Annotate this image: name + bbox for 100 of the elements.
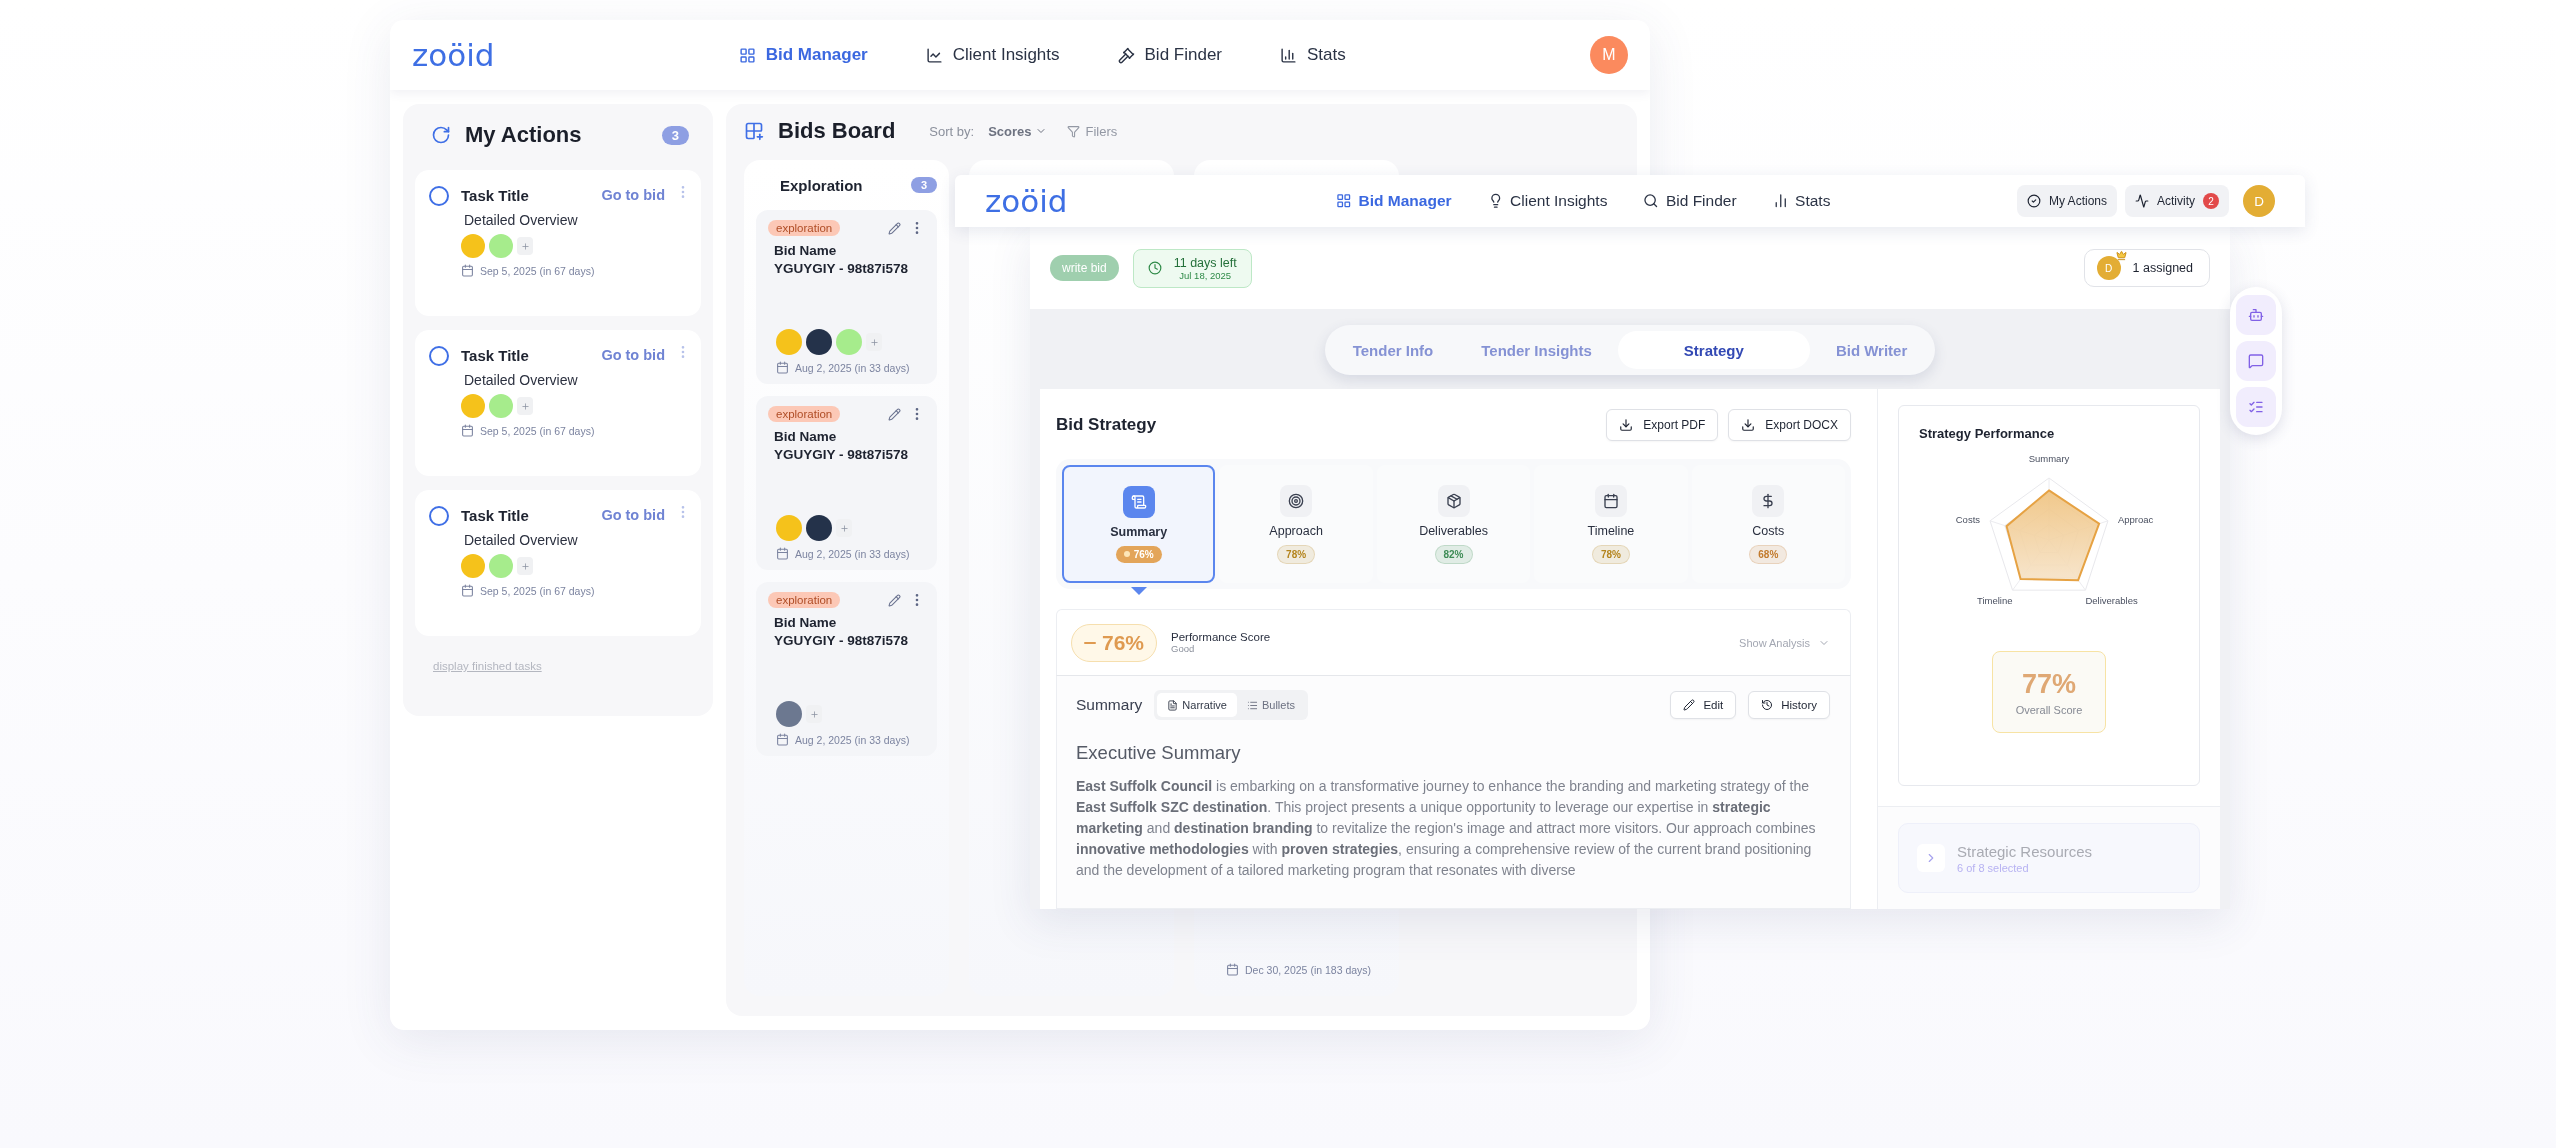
overall-score: 77% xyxy=(2021,668,2076,700)
nav-link[interactable]: Bid Manager xyxy=(738,45,868,65)
document-icon xyxy=(1167,699,1179,711)
due-date: Sep 5, 2025 (in 67 days) xyxy=(480,584,595,597)
assignee-avatar: D xyxy=(2096,256,2121,280)
sort-dropdown[interactable]: Scores xyxy=(988,123,1047,139)
column-title: Exploration xyxy=(780,176,863,194)
task-overview: Detailed Overview xyxy=(464,372,579,388)
nav-link[interactable]: Stats xyxy=(1772,192,1831,210)
dollar-icon xyxy=(1752,484,1785,517)
calendar-icon xyxy=(461,424,474,437)
refresh-icon[interactable] xyxy=(431,125,451,145)
plus-icon xyxy=(520,241,530,251)
task-checkbox[interactable] xyxy=(429,506,449,526)
task-title: Task Title xyxy=(461,186,530,204)
export-button[interactable]: Export PDF xyxy=(1606,409,1719,441)
score-badge: 82% xyxy=(1434,544,1473,564)
bid-name: Bid Name YGUYGIY - 98t87i578 xyxy=(774,428,910,464)
task-checkbox[interactable] xyxy=(429,186,449,206)
calendar-icon xyxy=(461,264,474,277)
resources-title: Strategic Resources xyxy=(1957,842,2093,860)
bar-chart-icon xyxy=(1280,46,1297,64)
go-to-bid-link[interactable]: Go to bid xyxy=(601,507,665,523)
section-name: Costs xyxy=(1752,523,1785,538)
summary-heading: Executive Summary xyxy=(1076,742,1242,764)
axis-label: Deliverables xyxy=(2085,595,2138,607)
go-to-bid-link[interactable]: Go to bid xyxy=(601,187,665,203)
calendar-icon xyxy=(776,733,789,746)
crown-icon xyxy=(2115,250,2127,261)
nav-link[interactable]: Bid Manager xyxy=(1336,192,1452,210)
axis-label: Costs xyxy=(1955,513,1981,525)
export-button[interactable]: Export DOCX xyxy=(1728,409,1851,441)
days-left: 11 days left xyxy=(1173,255,1237,270)
nav-link[interactable]: Client Insights xyxy=(1487,192,1608,210)
due-date: Aug 2, 2025 (in 33 days) xyxy=(795,733,910,746)
view-option[interactable]: Narrative xyxy=(1157,693,1237,717)
chat-button[interactable] xyxy=(2236,341,2276,381)
score-badge: 68% xyxy=(1749,544,1788,564)
pencil-icon xyxy=(1683,699,1696,711)
add-member-button[interactable] xyxy=(517,557,533,575)
add-member-button[interactable] xyxy=(866,333,882,351)
score-rating: Good xyxy=(1171,643,1196,654)
calendar-icon xyxy=(776,547,789,560)
due-date: Aug 2, 2025 (in 33 days) xyxy=(795,547,910,560)
score-badge: 78% xyxy=(1277,544,1316,564)
view-option[interactable]: Bullets xyxy=(1236,693,1305,717)
grid-icon xyxy=(738,46,756,64)
checklist-button[interactable] xyxy=(2236,387,2276,427)
axis-label: Approac xyxy=(2117,513,2154,525)
deadline-date: Jul 18, 2025 xyxy=(1179,269,1232,281)
robot-button[interactable] xyxy=(2236,295,2276,335)
card-title: Strategy Performance xyxy=(1919,426,2055,441)
plus-icon xyxy=(839,523,849,533)
grid-plus-icon xyxy=(744,121,764,141)
panel-title: Bids Board xyxy=(778,118,896,144)
axis-label: Timeline xyxy=(1977,595,2013,607)
header-button[interactable]: Activity 2 xyxy=(2125,185,2229,217)
notification-badge: 2 xyxy=(2203,193,2219,209)
nav-link[interactable]: Stats xyxy=(1280,45,1346,65)
plus-icon xyxy=(520,561,530,571)
nav-link[interactable]: Bid Finder xyxy=(1117,45,1222,65)
summary-action-button[interactable]: Edit xyxy=(1670,691,1737,719)
task-checkbox[interactable] xyxy=(429,346,449,366)
pencil-icon[interactable] xyxy=(888,407,901,421)
search-icon xyxy=(1643,193,1659,209)
scroll-icon xyxy=(1122,485,1155,518)
resources-count: 6 of 8 selected xyxy=(1957,861,2030,874)
activity-icon xyxy=(2135,194,2149,208)
panel-title: My Actions xyxy=(465,122,582,148)
add-member-button[interactable] xyxy=(836,519,852,537)
section-name: Deliverables xyxy=(1419,523,1488,538)
pencil-icon[interactable] xyxy=(888,593,901,607)
selection-pointer xyxy=(1130,587,1147,595)
summary-action-button[interactable]: History xyxy=(1748,691,1830,719)
add-member-button[interactable] xyxy=(806,705,822,723)
section-name: Timeline xyxy=(1587,523,1635,538)
nav-link[interactable]: Bid Finder xyxy=(1643,192,1737,210)
minus-icon xyxy=(1084,641,1096,644)
task-overview: Detailed Overview xyxy=(464,532,579,548)
header-button[interactable]: My Actions xyxy=(2016,185,2117,217)
tab[interactable]: Strategy xyxy=(1617,331,1810,369)
list-icon xyxy=(1246,699,1258,711)
task-title: Task Title xyxy=(461,506,530,524)
chat-icon xyxy=(2248,353,2264,369)
due-date: Aug 2, 2025 (in 33 days) xyxy=(795,361,910,374)
assigned-button[interactable]: D 1 assigned xyxy=(2083,249,2210,287)
stage-tag: exploration xyxy=(768,406,841,422)
grid-icon xyxy=(1336,193,1352,209)
score-badge: 78% xyxy=(1591,544,1630,564)
plus-icon xyxy=(809,709,819,719)
count-badge: 3 xyxy=(661,125,689,145)
add-member-button[interactable] xyxy=(517,397,533,415)
add-member-button[interactable] xyxy=(517,237,533,255)
pencil-icon[interactable] xyxy=(888,221,901,235)
assigned-count: 1 assigned xyxy=(2132,261,2193,275)
go-to-bid-link[interactable]: Go to bid xyxy=(601,347,665,363)
plus-icon xyxy=(869,337,879,347)
summary-paragraph: East Suffolk Council is embarking on a transformative journey to enhance the branding and marketing strategy of the East Suffolk SZC destination. This project presents a unique opportunity to leverage our expertise in strategic marketing and destination branding to revitalize the region's image and attract more visitors. Our approach combines innovative methodologies with proven strategies, ensuring a comprehensive review of the current brand positioning and the development of a tailored marketing program that resonates with diverse xyxy=(1076,777,1817,880)
download-icon xyxy=(1619,418,1634,432)
nav-link[interactable]: Client Insights xyxy=(925,45,1060,65)
